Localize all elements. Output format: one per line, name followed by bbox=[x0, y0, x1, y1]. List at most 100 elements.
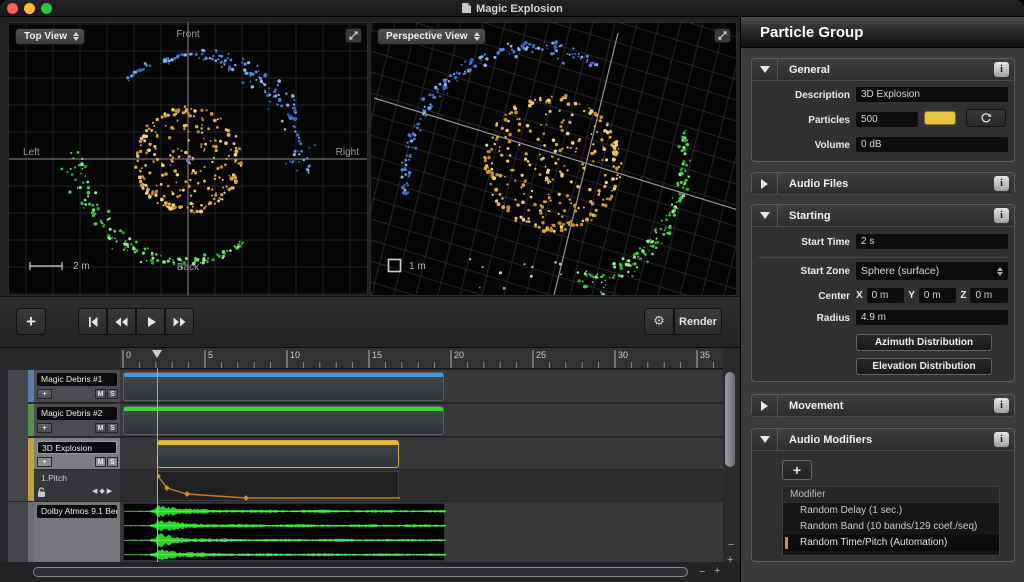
info-icon[interactable]: i bbox=[994, 208, 1009, 223]
modifier-item[interactable]: Random Delay (1 sec.) bbox=[783, 503, 999, 519]
center-y-input[interactable]: 0 m bbox=[919, 288, 957, 303]
track-name[interactable]: Magic Debris #1 bbox=[37, 373, 117, 386]
vertical-scrollbar-thumb[interactable] bbox=[725, 372, 735, 467]
center-x-input[interactable]: 0 m bbox=[867, 288, 905, 303]
selection-bar bbox=[785, 537, 788, 549]
radius-input[interactable]: 4.9 m bbox=[856, 310, 1008, 325]
start-time-input[interactable]: 2 s bbox=[856, 234, 1008, 249]
horizontal-scrollbar-thumb[interactable] bbox=[33, 567, 688, 577]
next-point-icon[interactable]: ▶ bbox=[107, 487, 112, 495]
elevation-distribution-button[interactable]: Elevation Distribution bbox=[856, 358, 992, 375]
modifier-list-header: Modifier bbox=[783, 487, 999, 503]
mute-button[interactable]: M bbox=[95, 457, 106, 467]
playhead-marker[interactable] bbox=[152, 350, 162, 358]
start-zone-select[interactable]: Sphere (surface) bbox=[856, 262, 1008, 280]
section-audio-modifiers-header[interactable]: Audio Modifiers i bbox=[752, 429, 1014, 451]
v-zoom-out-button[interactable]: − bbox=[728, 540, 734, 550]
track-name[interactable]: Magic Debris #2 bbox=[37, 407, 117, 420]
collapse-toggle[interactable] bbox=[752, 59, 778, 81]
center-xyz-row: X 0 m Y 0 m Z 0 m bbox=[856, 288, 1008, 303]
collapse-toggle[interactable] bbox=[752, 395, 778, 417]
add-automation-button[interactable]: + bbox=[37, 457, 52, 467]
modifier-item[interactable]: Random Band (10 bands/129 coef./seq) bbox=[783, 519, 999, 535]
solo-button[interactable]: S bbox=[107, 423, 118, 433]
svg-text:15: 15 bbox=[372, 350, 382, 360]
fast-forward-button[interactable] bbox=[165, 308, 194, 335]
y-label: Y bbox=[908, 290, 915, 301]
top-viewport[interactable]: Front Left Right Back Top View 2 m bbox=[8, 22, 368, 296]
add-track-button[interactable]: + bbox=[16, 308, 46, 335]
add-modifier-button[interactable]: + bbox=[782, 460, 812, 480]
description-input[interactable]: 3D Explosion bbox=[856, 87, 1008, 102]
mute-button[interactable]: M bbox=[95, 423, 106, 433]
add-point-icon[interactable]: ◆ bbox=[99, 487, 104, 495]
expand-icon bbox=[717, 30, 728, 41]
view-selector-top[interactable]: Top View bbox=[15, 28, 85, 45]
z-label: Z bbox=[960, 290, 966, 301]
solo-button[interactable]: S bbox=[107, 457, 118, 467]
azimuth-distribution-button[interactable]: Azimuth Distribution bbox=[856, 334, 992, 351]
track-header-3-selected[interactable]: 3D Explosion + M S bbox=[34, 438, 120, 469]
info-icon[interactable]: i bbox=[994, 62, 1009, 77]
add-automation-button[interactable]: + bbox=[37, 423, 52, 433]
h-zoom-out-button[interactable]: − bbox=[699, 567, 705, 577]
track-group-gutter bbox=[8, 370, 28, 501]
add-automation-button[interactable]: + bbox=[37, 389, 52, 399]
collapse-toggle[interactable] bbox=[752, 205, 778, 227]
start-time-label: Start Time bbox=[752, 237, 850, 248]
particle-color-swatch[interactable] bbox=[924, 111, 956, 125]
triangle-down-icon bbox=[760, 436, 770, 443]
svg-text:0: 0 bbox=[126, 350, 131, 360]
view-selector-perspective[interactable]: Perspective View bbox=[377, 28, 486, 45]
skip-to-start-button[interactable] bbox=[78, 308, 107, 335]
track-header-2[interactable]: Magic Debris #2 + M S bbox=[34, 404, 120, 436]
section-audio-files-header[interactable]: Audio Files i bbox=[752, 173, 1014, 195]
radius-label: Radius bbox=[752, 313, 850, 324]
section-general-header[interactable]: General i bbox=[752, 59, 1014, 81]
info-icon[interactable]: i bbox=[994, 176, 1009, 191]
track-name[interactable]: Dolby Atmos 9.1 Bed bbox=[37, 505, 117, 518]
automation-header[interactable]: 1.Pitch ◀◆▶ bbox=[34, 470, 120, 501]
center-z-input[interactable]: 0 m bbox=[970, 288, 1008, 303]
x-label: X bbox=[856, 290, 863, 301]
track-name[interactable]: 3D Explosion bbox=[37, 441, 117, 454]
clip-magic-debris-2[interactable] bbox=[123, 406, 444, 435]
prev-point-icon[interactable]: ◀ bbox=[92, 487, 97, 495]
section-starting-header[interactable]: Starting i bbox=[752, 205, 1014, 227]
collapse-toggle[interactable] bbox=[752, 429, 778, 451]
mute-button[interactable]: M bbox=[95, 389, 106, 399]
start-zone-label: Start Zone bbox=[752, 266, 850, 277]
clip-dolby-atmos-waveform[interactable] bbox=[123, 503, 445, 561]
automation-region[interactable] bbox=[157, 471, 399, 501]
automation-nav-buttons[interactable]: ◀◆▶ bbox=[92, 487, 120, 495]
render-button[interactable]: Render bbox=[674, 308, 722, 335]
modifier-item-selected[interactable]: Random Time/Pitch (Automation) bbox=[783, 535, 999, 551]
updown-chevrons-icon bbox=[474, 32, 480, 41]
svg-text:35: 35 bbox=[700, 350, 710, 360]
track-header-1[interactable]: Magic Debris #1 + M S bbox=[34, 370, 120, 402]
clip-magic-debris-1[interactable] bbox=[123, 372, 444, 401]
h-zoom-in-button[interactable]: + bbox=[714, 566, 720, 576]
particles-input[interactable]: 500 bbox=[856, 112, 918, 127]
info-icon[interactable]: i bbox=[994, 398, 1009, 413]
track-header-4[interactable]: Dolby Atmos 9.1 Bed bbox=[34, 502, 120, 562]
volume-input[interactable]: 0 dB bbox=[856, 137, 1008, 152]
perspective-viewport[interactable]: Perspective View 1 m bbox=[370, 22, 737, 296]
clip-3d-explosion-selected[interactable] bbox=[157, 440, 399, 468]
play-button[interactable] bbox=[136, 308, 165, 335]
timeline: 05101520253035 Magic Debris #1 + M S Mag… bbox=[0, 348, 740, 582]
timeline-ruler[interactable]: 05101520253035 bbox=[120, 348, 740, 369]
lock-icon[interactable] bbox=[37, 487, 46, 498]
solo-button[interactable]: S bbox=[107, 389, 118, 399]
randomize-button[interactable] bbox=[966, 109, 1006, 127]
info-icon[interactable]: i bbox=[994, 432, 1009, 447]
render-settings-button[interactable]: ⚙ bbox=[644, 308, 674, 335]
skip-start-icon bbox=[86, 316, 100, 328]
scale-square-icon bbox=[387, 258, 402, 273]
section-movement-header[interactable]: Movement i bbox=[752, 395, 1014, 417]
collapse-toggle[interactable] bbox=[752, 173, 778, 195]
rewind-button[interactable] bbox=[107, 308, 136, 335]
expand-viewport-button[interactable] bbox=[345, 28, 362, 43]
expand-viewport-button[interactable] bbox=[714, 28, 731, 43]
play-icon bbox=[145, 316, 157, 328]
